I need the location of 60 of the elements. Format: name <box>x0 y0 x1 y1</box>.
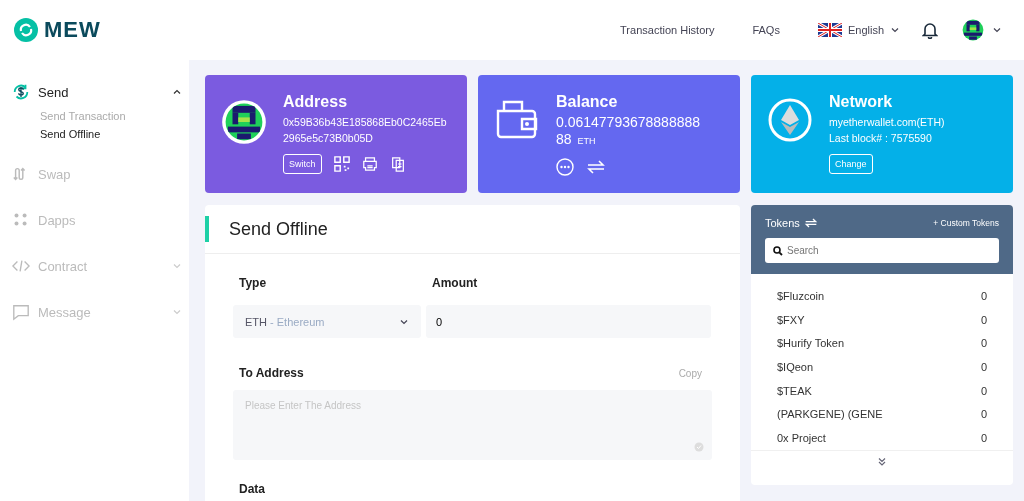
search-field[interactable]: Search <box>765 238 999 263</box>
chevron-up-icon <box>172 87 182 97</box>
check-circle-icon <box>694 442 704 452</box>
copy-icon[interactable] <box>389 155 406 173</box>
chevron-down-icon <box>172 261 182 271</box>
dollar-cycle-icon <box>12 83 30 101</box>
double-chevron-down-icon[interactable] <box>877 456 887 467</box>
qr-code-icon[interactable] <box>333 155 350 173</box>
card-title: Balance <box>556 93 619 111</box>
token-balance: 0 <box>980 337 987 350</box>
data-label: Data <box>238 482 266 496</box>
token-balance: 0 <box>980 408 987 421</box>
network-name: myetherwallet.com(ETH) <box>829 115 945 130</box>
search-icon <box>773 246 783 256</box>
language-selector[interactable]: English <box>847 24 884 36</box>
more-icon[interactable] <box>556 158 574 176</box>
type-dropdown[interactable]: ETH - Ethereum <box>233 305 421 338</box>
token-name: $TEAK <box>777 384 812 397</box>
token-name: $Fluzcoin <box>777 289 825 302</box>
chat-bubble-icon <box>12 303 30 321</box>
token-name: $Hurify Token <box>777 337 845 350</box>
avatar-icon <box>221 99 267 145</box>
chevron-down-icon <box>992 25 1002 35</box>
token-name: $FXY <box>777 313 805 326</box>
swap-icon[interactable] <box>803 217 818 229</box>
token-name: (PARKGENE) (GENE <box>777 408 883 421</box>
panel-title: Send Offline <box>229 218 328 240</box>
balance-amount: 0.0614779367888888888 ETH <box>556 114 702 149</box>
chevron-down-icon <box>890 25 900 35</box>
tokens-title: Tokens <box>765 217 800 229</box>
printer-icon[interactable] <box>361 155 378 173</box>
uk-flag-icon <box>817 23 842 37</box>
wallet-address: 0x59B36b43E185868Eb0C2465Eb2965e5c73B0b05D <box>283 115 448 146</box>
sidebar-subitem[interactable]: Send Offline <box>40 128 189 140</box>
to-address-label: To Address <box>238 366 304 380</box>
sidebar-item[interactable]: Send <box>12 80 182 104</box>
nav-link[interactable]: Transaction History <box>620 24 715 36</box>
type-label: Type <box>238 276 268 290</box>
token-balance: 0 <box>980 384 987 397</box>
nav-link[interactable]: FAQs <box>752 24 780 36</box>
ethereum-icon <box>767 97 813 143</box>
logo-text[interactable]: MEW <box>44 17 101 43</box>
switch-button[interactable]: Switch <box>283 154 322 174</box>
custom-tokens-link[interactable]: + Custom Tokens <box>933 218 999 228</box>
token-name: 0x Project <box>777 431 826 444</box>
token-name: $IQeon <box>777 360 814 373</box>
card-title: Network <box>829 93 894 111</box>
token-balance: 0 <box>980 313 987 326</box>
token-balance: 0 <box>980 431 987 444</box>
amount-label: Amount <box>431 276 479 290</box>
logo-icon <box>14 18 38 42</box>
dots-grid-icon <box>12 211 30 229</box>
token-balance: 0 <box>980 289 987 302</box>
last-block-label: Last block# : 7575590 <box>829 131 933 146</box>
chevron-down-icon <box>172 307 182 317</box>
swap-icon[interactable] <box>586 158 606 176</box>
bell-icon[interactable] <box>922 21 938 39</box>
card-title: Address <box>283 93 349 111</box>
token-balance: 0 <box>980 360 987 373</box>
amount-field[interactable]: 0 <box>426 305 711 338</box>
